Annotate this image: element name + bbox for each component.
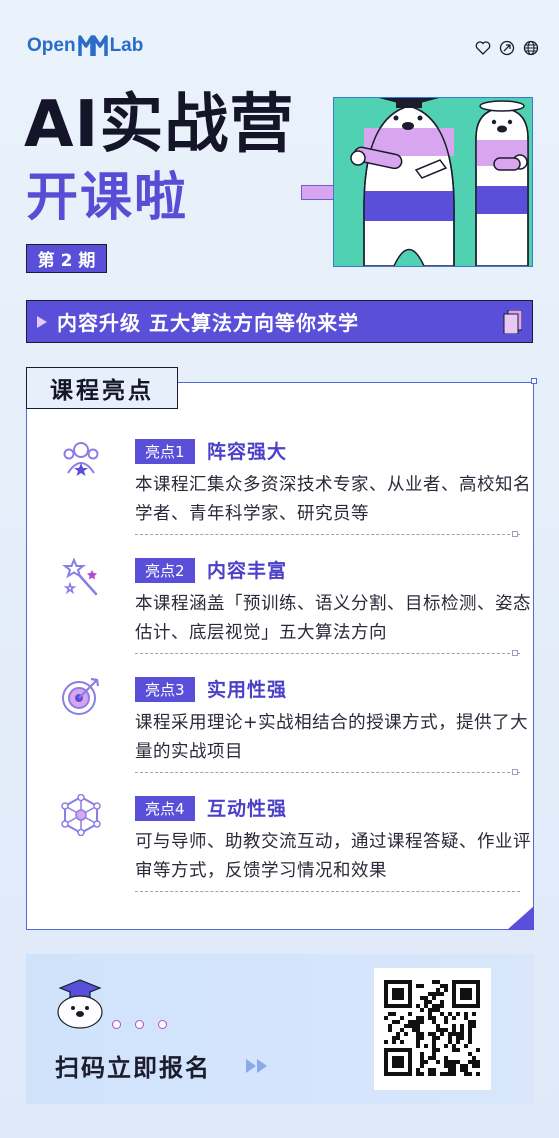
period-badge: 第 2 期 bbox=[26, 244, 107, 273]
divider bbox=[135, 534, 520, 535]
highlight-item-2: 亮点2 内容丰富 本课程涵盖「预训练、语义分割、目标检测、姿态估计、底层视觉」五… bbox=[60, 556, 531, 666]
qr-code[interactable] bbox=[374, 968, 491, 1090]
highlight-badge: 亮点1 bbox=[135, 439, 195, 464]
highlight-desc: 可与导师、助教交流互动，通过课程答疑、作业评审等方式，反馈学习情况和效果 bbox=[135, 832, 531, 881]
team-icon bbox=[63, 442, 99, 476]
play-triangle-icon bbox=[37, 315, 47, 328]
highlight-item-4: 亮点4 互动性强 可与导师、助教交流互动，通过课程答疑、作业评审等方式，反馈学习… bbox=[60, 794, 531, 904]
highlight-heading: 实用性强 bbox=[207, 679, 288, 701]
logo-text-lab: Lab bbox=[109, 35, 144, 56]
mm-logo-icon bbox=[77, 34, 108, 58]
double-arrow-icon bbox=[246, 1059, 267, 1073]
highlight-heading: 内容丰富 bbox=[207, 560, 288, 582]
share-icon[interactable] bbox=[499, 40, 515, 56]
decorative-dots bbox=[112, 1020, 167, 1029]
divider bbox=[135, 653, 520, 654]
mascot-icon bbox=[57, 979, 103, 1029]
divider-end bbox=[512, 650, 518, 656]
highlight-badge: 亮点4 bbox=[135, 796, 195, 821]
highlight-badge: 亮点3 bbox=[135, 677, 195, 702]
banner-text: 内容升级 五大算法方向等你来学 bbox=[57, 311, 359, 335]
top-icons bbox=[475, 40, 539, 56]
logo-text-open: Open bbox=[27, 35, 76, 56]
card-fold-corner bbox=[507, 906, 534, 930]
document-stack-icon bbox=[503, 310, 522, 334]
divider-end bbox=[512, 769, 518, 775]
globe-icon[interactable] bbox=[523, 40, 539, 56]
dot bbox=[112, 1020, 121, 1029]
highlight-badge: 亮点2 bbox=[135, 558, 195, 583]
signup-text: 扫码立即报名 bbox=[55, 1054, 211, 1082]
card-corner-dot bbox=[531, 378, 537, 384]
section-title: 课程亮点 bbox=[26, 367, 178, 409]
mascot-illustration bbox=[333, 97, 533, 267]
qr-code-image bbox=[384, 980, 480, 1076]
highlight-heading: 互动性强 bbox=[207, 798, 288, 820]
highlight-desc: 课程采用理论+实战相结合的授课方式，提供了大量的实战项目 bbox=[135, 713, 529, 762]
divider bbox=[135, 772, 520, 773]
heart-icon[interactable] bbox=[475, 40, 491, 56]
content-upgrade-banner: 内容升级 五大算法方向等你来学 bbox=[26, 300, 533, 343]
highlight-item-3: 亮点3 实用性强 课程采用理论+实战相结合的授课方式，提供了大量的实战项目 bbox=[60, 675, 528, 785]
dot bbox=[158, 1020, 167, 1029]
target-icon bbox=[62, 677, 100, 715]
highlight-item-1: 亮点1 阵容强大 本课程汇集众多资深技术专家、从业者、高校知名学者、青年科学家、… bbox=[60, 437, 531, 547]
highlight-desc: 本课程涵盖「预训练、语义分割、目标检测、姿态估计、底层视觉」五大算法方向 bbox=[135, 594, 531, 643]
page-title: AI实战营 bbox=[24, 88, 295, 162]
highlight-heading: 阵容强大 bbox=[207, 441, 288, 463]
magic-wand-icon bbox=[62, 557, 98, 596]
highlight-desc: 本课程汇集众多资深技术专家、从业者、高校知名学者、青年科学家、研究员等 bbox=[135, 475, 531, 524]
dot bbox=[135, 1020, 144, 1029]
divider bbox=[135, 891, 520, 892]
divider-end bbox=[512, 531, 518, 537]
page-subtitle: 开课啦 bbox=[26, 168, 189, 228]
network-icon bbox=[61, 794, 101, 836]
openmmlab-logo: Open Lab bbox=[27, 34, 143, 58]
